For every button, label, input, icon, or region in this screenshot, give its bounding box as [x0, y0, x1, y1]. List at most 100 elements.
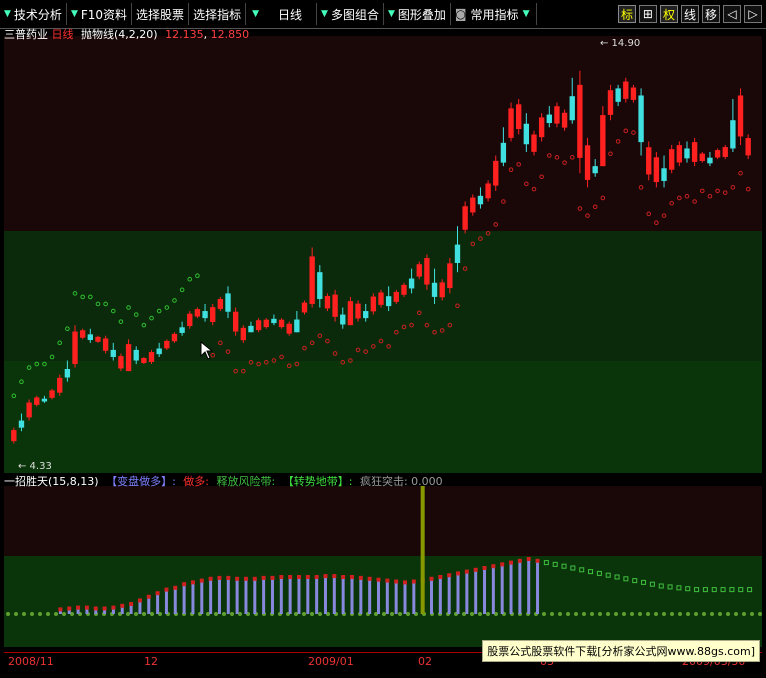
candle-body [187, 313, 193, 327]
indicator-bar-cap [226, 575, 231, 580]
baseline-dot [486, 612, 490, 616]
baseline-dot [62, 612, 66, 616]
baseline-dot [46, 612, 50, 616]
prev-button[interactable]: ◁ [723, 5, 741, 23]
indicator-bar [262, 578, 266, 614]
indicator-bar-cap [137, 598, 142, 603]
indicator-bar-cap [464, 569, 469, 574]
indicator-bar-cap [67, 606, 72, 611]
candle-body [431, 282, 438, 297]
indicator-bar-cap [164, 587, 169, 592]
indicator-bar [536, 561, 540, 614]
menu-technical-analysis[interactable]: ▼ 技术分析 [0, 3, 67, 25]
baseline-dot [150, 612, 154, 616]
candle-body [294, 319, 300, 333]
baseline-dot [750, 612, 754, 616]
candle-body [324, 296, 331, 309]
line-button[interactable]: 线 [680, 5, 699, 23]
candle-body [95, 336, 101, 342]
move-button[interactable]: 移 [701, 5, 720, 23]
stock-name[interactable]: 三普药业 [4, 28, 48, 41]
dropdown-arrow-icon: ▼ [252, 9, 259, 19]
candle-body [699, 153, 705, 162]
indicator-bar [120, 606, 124, 614]
baseline-dot [542, 612, 546, 616]
indicator-bar [173, 588, 177, 614]
next-button[interactable]: ▷ [744, 5, 762, 23]
indicator-bar-cap [235, 576, 240, 581]
indicator-name: 抛物线(4,2,20) [81, 28, 158, 41]
indicator-bar [376, 580, 380, 614]
candle-body [722, 147, 728, 157]
menu-label: F10资料 [80, 7, 128, 22]
indicator-bar [270, 578, 274, 614]
indicator-bar-cap [58, 607, 63, 612]
indicator-bar [182, 585, 186, 614]
menu-f10[interactable]: ▼ F10资料 [67, 3, 133, 25]
rights-button[interactable]: 权 [659, 5, 678, 23]
indicator-bar [156, 594, 160, 614]
baseline-dot [318, 612, 322, 616]
candle-body [57, 377, 63, 393]
indicator-chart[interactable] [4, 486, 762, 647]
mark-button[interactable]: 标 [617, 5, 636, 23]
indicator-bg-bottom [4, 556, 762, 647]
baseline-dot [606, 612, 610, 616]
high-price-label: ← 14.90 [600, 38, 640, 49]
menu-common-indicators[interactable]: ◙ 常用指标 ▼ [451, 3, 538, 25]
candle-body [737, 95, 744, 137]
time-label: 2009/01 [308, 655, 354, 668]
candle-body [454, 244, 461, 263]
indicator-bar [341, 578, 345, 614]
mouse-cursor-icon [200, 341, 214, 360]
indicator-bar-cap [358, 575, 363, 580]
indicator-bar [527, 560, 531, 614]
indicator-bar [217, 578, 221, 614]
candle-body [164, 340, 170, 349]
indicator-panel-name[interactable]: 一招胜天(15,8,13) [4, 475, 99, 488]
candle-body [600, 115, 606, 167]
baseline-dot [734, 612, 738, 616]
candle-body [607, 90, 614, 115]
candle-body [508, 108, 514, 138]
candlestick-chart[interactable]: ← 14.90 ← 4.33 [4, 36, 762, 473]
toolbar-right-buttons: 标 ⊞ 权 线 移 ◁ ▷ [617, 0, 766, 28]
candle-body [577, 84, 583, 158]
candle-body [546, 114, 552, 124]
indicator-bar-cap [146, 594, 151, 599]
baseline-dot [598, 612, 602, 616]
candle-body [79, 330, 86, 338]
candle-body [531, 134, 537, 152]
baseline-dot [558, 612, 562, 616]
indicator-value-1: 12.135 [165, 28, 204, 41]
candle-body [516, 104, 522, 130]
menu-select-stock[interactable]: 选择股票 [132, 3, 190, 25]
watermark-banner[interactable]: 股票公式股票软件下载[分析家公式网www.88gs.com] [482, 640, 760, 662]
main-title-line: 三普药业 日线 抛物线(4,2,20) 12.135, 12.850 [4, 26, 249, 42]
baseline-dot [694, 612, 698, 616]
menu-multi-chart[interactable]: ▼ 多图组合 [317, 3, 384, 25]
baseline-dot [230, 612, 234, 616]
baseline-dot [678, 612, 682, 616]
baseline-dot [726, 612, 730, 616]
indicator-bar-cap [517, 558, 522, 563]
indicator-bar-cap [252, 576, 257, 581]
indicator-spike [420, 486, 425, 614]
indicator-bar-cap [155, 591, 160, 596]
indicator-bar-cap [270, 575, 275, 580]
candle-body [118, 356, 124, 369]
candle-body [378, 292, 384, 305]
indicator-bar [359, 578, 363, 614]
menu-overlay[interactable]: ▼ 图形叠加 [384, 3, 451, 25]
candle-body [309, 256, 315, 304]
indicator-bar [164, 590, 168, 614]
candle-body [684, 148, 690, 159]
indicator-bar-cap [182, 582, 187, 587]
grid-button[interactable]: ⊞ [638, 5, 657, 23]
candle-body [745, 138, 751, 156]
indicator-bar [235, 579, 239, 614]
menu-period[interactable]: ▼ 日线 [246, 3, 318, 25]
baseline-dot [310, 612, 314, 616]
baseline-dot [294, 612, 298, 616]
menu-select-indicator[interactable]: 选择指标 [189, 3, 247, 25]
